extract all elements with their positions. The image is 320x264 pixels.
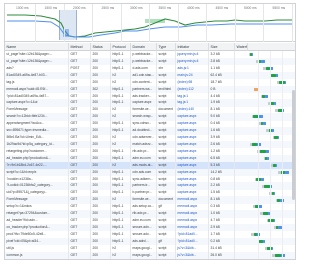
column-header-method[interactable]: Method [69,43,91,51]
network-panel: 1000 ms 1500 ms 2000 ms 2500 ms 3000 ms 3500 … [4,3,296,260]
column-header-domain[interactable]: Domain [131,43,157,51]
overview-tick-label: 1500 ms [44,6,58,10]
table-header: Name Method Status Protocol Domain Type Initia… [5,43,295,51]
overview-graph [7,10,293,40]
column-header-type[interactable]: Type [157,43,176,51]
overview-gridline [263,4,264,42]
column-header-protocol[interactable]: Protocol [111,43,131,51]
waterfall-download-bar [285,80,286,84]
waterfall-download-bar [283,108,284,112]
overview-gridline [149,4,150,42]
cell-protocol: h2 [111,258,131,259]
overview-gridline [291,4,293,42]
waterfall-download-bar [272,129,274,133]
overview-gridline [35,4,36,42]
waterfall-download-bar [276,163,277,167]
cell-size: 9.6 kB [209,258,235,259]
cell-name: stats.js [5,258,69,259]
overview-tick-label: 3000 ms [130,6,143,10]
waterfall-download-bar [265,94,268,98]
overview-tick-label: 2500 ms [101,6,115,10]
waterfall-download-bar [272,246,273,250]
cell-status: 200 [91,258,111,259]
cell-method: GET [69,258,91,259]
overview-gridline [177,4,179,42]
waterfall-download-bar [267,156,269,160]
cell-type: script [157,258,176,259]
overview-gridline [63,4,65,42]
overview-gridline [120,4,122,42]
column-header-name[interactable]: Name [5,43,69,51]
waterfall-download-bar [263,122,266,126]
waterfall-gridline [258,51,259,259]
waterfall-download-bar [278,136,279,140]
timeline-overview[interactable]: 1000 ms 1500 ms 2000 ms 2500 ms 3000 ms 3500 … [5,4,295,42]
overview-tick-label: 2000 ms [73,6,86,10]
waterfall-download-bar [263,240,265,244]
overview-gridline [92,4,93,42]
waterfall-download-bar [276,73,278,77]
overview-tick-label: 1000 ms [16,6,29,10]
column-header-status[interactable]: Status [91,43,111,51]
overview-gridline [234,4,236,42]
overview-tick-label: 4000 ms [187,6,200,10]
waterfall-download-bar [259,115,263,119]
overview-tick-label: 3500 ms [158,6,172,10]
waterfall-download-bar [261,177,264,181]
waterfall-download-bar [274,219,275,223]
request-row[interactable]: stats.jsGET200h2maps.googl...scriptjs?v=… [5,258,295,260]
request-table: Name Method Status Protocol Domain Type Initia… [5,43,295,259]
waterfall-gridline [270,51,271,259]
column-header-size[interactable]: Size [209,43,235,51]
waterfall-download-bar [266,150,269,154]
column-header-initiator[interactable]: Initiator [176,43,209,51]
scrollbar[interactable] [292,90,295,200]
waterfall-gridline [282,51,283,259]
cell-waterfall [248,259,295,260]
cell-domain: maps.googl... [131,258,157,259]
overview-tick-label: 5000 ms [244,6,257,10]
waterfall-download-bar [274,101,276,105]
overview-gridline [206,4,207,42]
waterfall-download-bar [259,205,262,209]
waterfall-download-bar [252,53,253,57]
cell-initiator[interactable]: js?v=3&kib... [176,258,209,259]
waterfall-download-bar [274,191,275,195]
column-header-waterfall[interactable]: Waterfall [235,43,248,51]
overview-tick-label: 5500 ms [272,6,286,10]
waterfall-download-bar [261,60,265,64]
overview-tick-label: 4500 ms [215,6,229,10]
waterfall-download-bar [285,170,289,174]
